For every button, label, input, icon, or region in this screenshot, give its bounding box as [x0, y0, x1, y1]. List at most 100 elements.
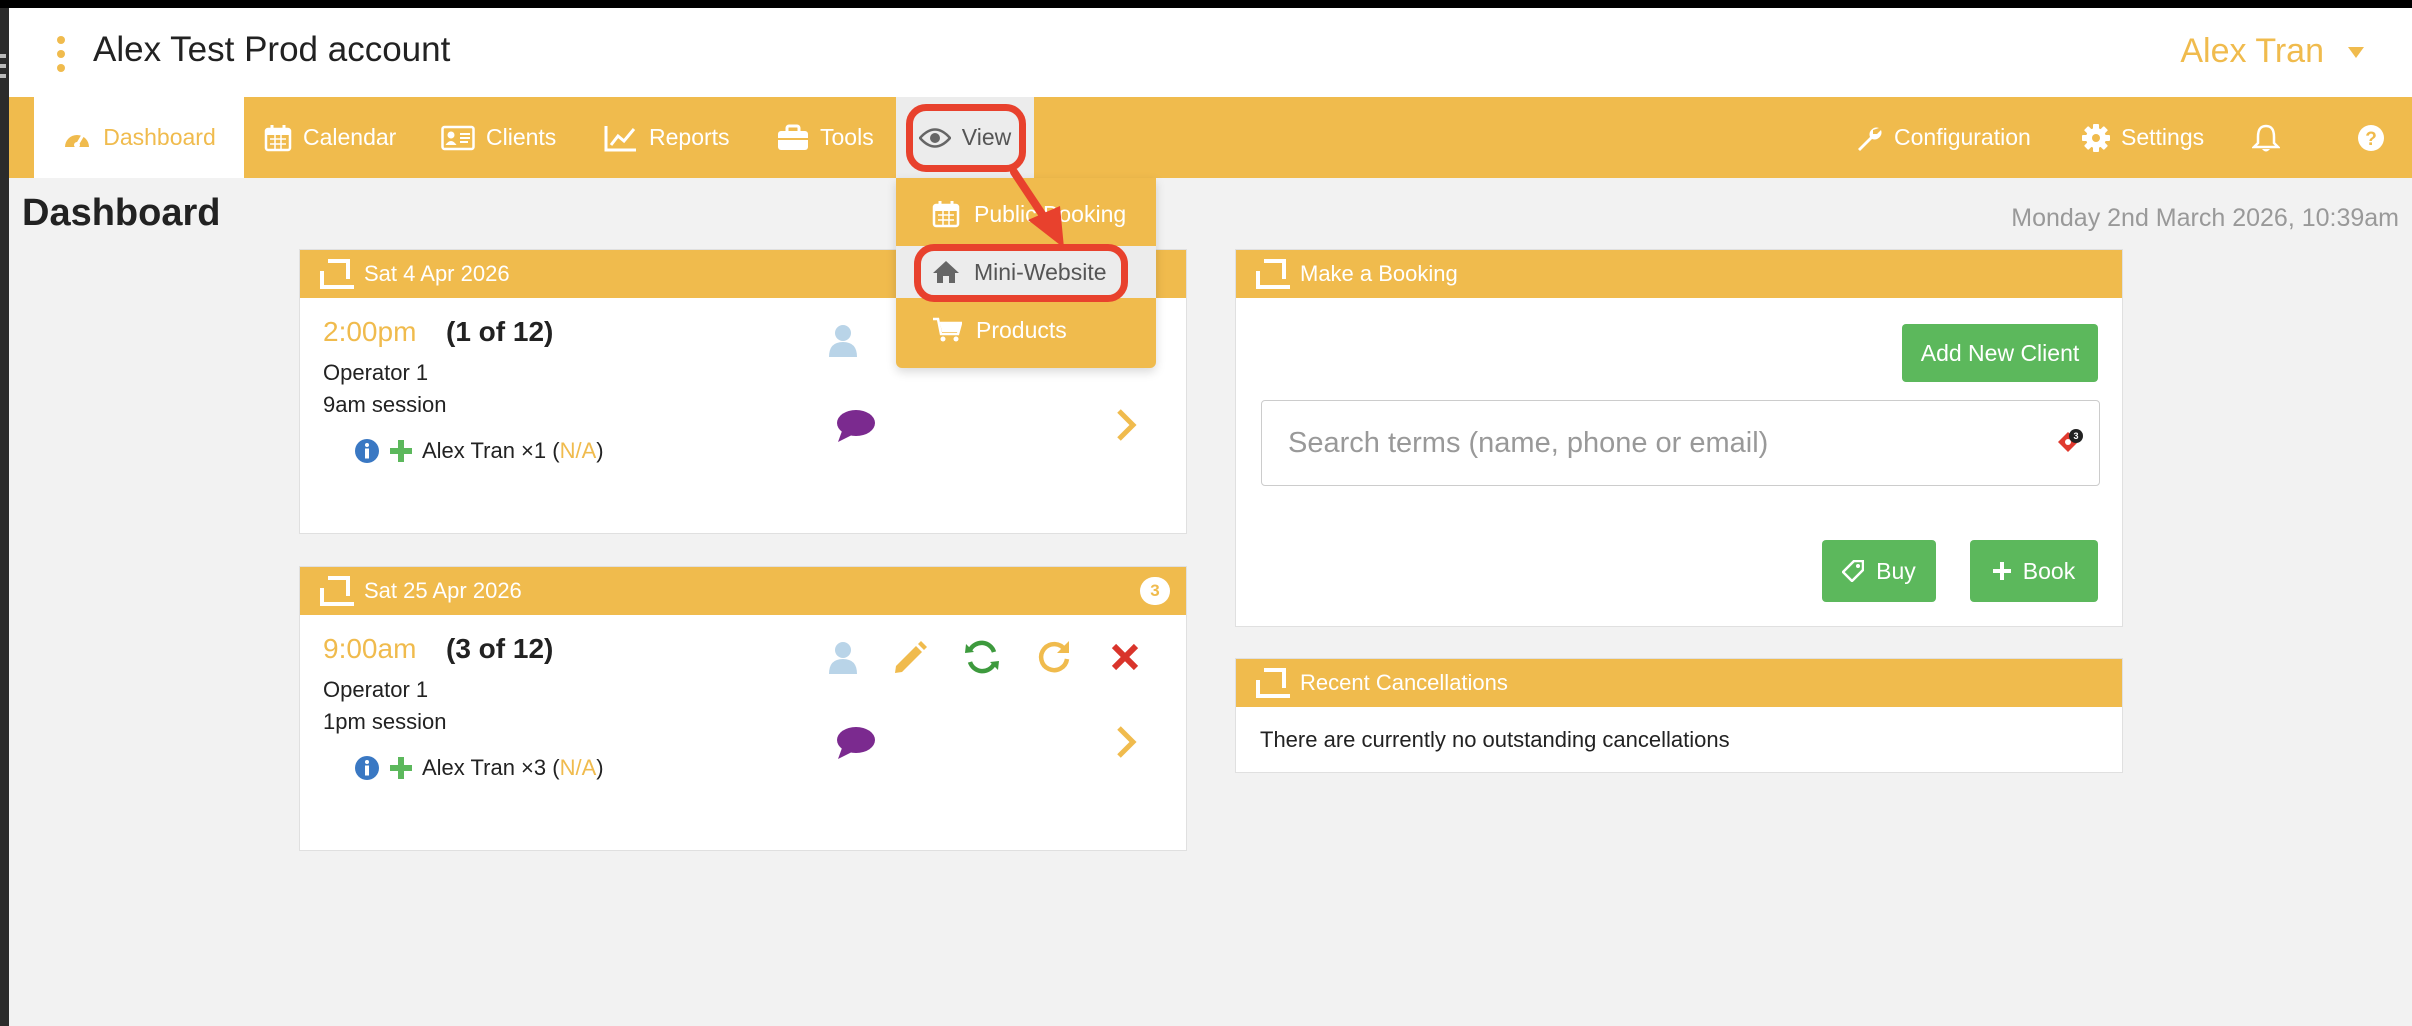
session-name: 1pm session — [323, 709, 447, 734]
attendee-row: Alex Tran ×3 (N/A) — [354, 755, 604, 781]
nav-configuration[interactable]: Configuration — [1855, 97, 2031, 178]
caret-down-icon[interactable] — [2348, 47, 2364, 58]
buy-label: Buy — [1876, 557, 1916, 584]
user-icon[interactable] — [828, 641, 858, 675]
slot-capacity: (1 of 12) — [446, 316, 554, 347]
nav-calendar[interactable]: Calendar — [264, 97, 396, 178]
make-booking-card: Make a Booking Add New Client 3 Buy Book — [1235, 249, 2123, 627]
help-icon: ? — [2358, 124, 2384, 151]
attendee-status[interactable]: N/A — [560, 755, 597, 780]
autofill-badge-count: 3 — [2073, 431, 2078, 441]
nav-settings[interactable]: Settings — [2082, 97, 2204, 178]
corner-arrows-icon — [320, 576, 354, 606]
cancellations-header: Recent Cancellations — [1236, 659, 2122, 707]
chevron-right-icon[interactable] — [1115, 408, 1137, 442]
chevron-right-icon[interactable] — [1115, 725, 1137, 759]
slot-capacity: (3 of 12) — [446, 633, 554, 664]
pencil-icon[interactable] — [892, 640, 928, 676]
wrench-icon — [1858, 127, 1882, 151]
comment-icon[interactable] — [836, 409, 876, 443]
nav-clients-label: Clients — [486, 124, 557, 150]
nav-tools[interactable]: Tools — [777, 97, 874, 178]
recent-cancellations-card: Recent Cancellations There are currently… — [1235, 658, 2123, 773]
app-header: Alex Test Prod account Alex Tran — [9, 8, 2412, 97]
svg-text:?: ? — [2365, 129, 2377, 150]
slot-time[interactable]: 2:00pm — [323, 316, 416, 348]
buy-button[interactable]: Buy — [1822, 540, 1936, 602]
book-button[interactable]: Book — [1970, 540, 2098, 602]
attendee-close-paren: ) — [596, 755, 604, 780]
nav-dashboard[interactable]: Dashboard — [34, 97, 244, 178]
slot-time[interactable]: 9:00am — [323, 633, 416, 665]
account-title: Alex Test Prod account — [93, 30, 451, 69]
cancellations-message: There are currently no outstanding cance… — [1260, 727, 1730, 752]
dashboard-gauge-icon — [65, 133, 90, 148]
add-new-client-button[interactable]: Add New Client — [1902, 324, 2098, 382]
booking-count-badge: 3 — [1140, 577, 1170, 605]
delete-icon[interactable] — [1110, 642, 1140, 672]
booking-date: Sat 4 Apr 2026 — [364, 261, 510, 286]
help-button[interactable]: ? — [2357, 97, 2385, 178]
attendee-name: Alex Tran ×3 ( — [422, 755, 560, 780]
kebab-menu-icon[interactable] — [57, 36, 65, 72]
sync-icon[interactable] — [964, 639, 1000, 675]
edge-tick — [0, 74, 6, 78]
nav-reports-label: Reports — [649, 124, 730, 150]
book-label: Book — [2022, 557, 2076, 584]
nav-reports[interactable]: Reports — [604, 97, 730, 178]
redo-icon[interactable] — [1036, 639, 1072, 675]
notifications-button[interactable] — [2252, 97, 2280, 178]
calendar-icon — [264, 124, 292, 151]
main-navbar: Dashboard Calendar Clients Reports Tools… — [9, 97, 2412, 178]
user-icon[interactable] — [828, 324, 858, 358]
calendar-icon — [932, 201, 960, 228]
window-top-bar — [0, 0, 2412, 8]
nav-calendar-label: Calendar — [303, 124, 397, 150]
bell-icon — [2252, 124, 2280, 151]
attendee-name: Alex Tran ×1 ( — [422, 438, 560, 463]
attendee-row: Alex Tran ×1 (N/A) — [354, 438, 604, 464]
comment-icon[interactable] — [836, 726, 876, 760]
nav-configuration-label: Configuration — [1894, 124, 2031, 150]
window-left-edge — [0, 8, 9, 1026]
cart-icon — [933, 317, 962, 342]
tag-icon — [1842, 560, 1865, 582]
client-search-field: 3 — [1261, 400, 2100, 486]
menu-item-label: Products — [976, 316, 1067, 343]
id-card-icon — [441, 125, 475, 150]
plus-icon — [1992, 562, 2011, 580]
operator-name: Operator 1 — [323, 677, 429, 702]
corner-arrows-icon — [1256, 259, 1290, 289]
plus-icon[interactable] — [389, 439, 413, 463]
menu-item-products[interactable]: Products — [896, 304, 1156, 356]
add-new-client-label: Add New Client — [1920, 339, 2080, 366]
annotation-arrow-icon — [1010, 168, 1064, 248]
gear-icon — [2082, 123, 2110, 152]
make-booking-title: Make a Booking — [1300, 261, 1458, 286]
nav-dashboard-label: Dashboard — [103, 124, 216, 150]
page-title: Dashboard — [22, 192, 221, 234]
cancellations-title: Recent Cancellations — [1300, 670, 1508, 695]
edge-tick — [0, 54, 6, 58]
attendee-close-paren: ) — [596, 438, 604, 463]
operator-name: Operator 1 — [323, 360, 429, 385]
attendee-status[interactable]: N/A — [560, 438, 597, 463]
make-booking-header: Make a Booking — [1236, 250, 2122, 298]
search-input[interactable] — [1263, 402, 2043, 484]
user-menu[interactable]: Alex Tran — [2180, 32, 2324, 71]
info-icon[interactable] — [354, 438, 380, 464]
nav-tools-label: Tools — [820, 124, 874, 150]
corner-arrows-icon — [320, 259, 354, 289]
corner-arrows-icon — [1256, 668, 1290, 698]
info-icon[interactable] — [354, 755, 380, 781]
line-chart-icon — [604, 125, 636, 151]
booking-card-header: Sat 25 Apr 2026 3 — [300, 567, 1186, 615]
autofill-key-icon[interactable]: 3 — [2055, 427, 2085, 457]
booking-date: Sat 25 Apr 2026 — [364, 578, 522, 603]
nav-settings-label: Settings — [2121, 124, 2205, 150]
nav-clients[interactable]: Clients — [441, 97, 556, 178]
session-name: 9am session — [323, 392, 447, 417]
booking-card: Sat 25 Apr 2026 3 9:00am (3 of 12) Opera… — [299, 566, 1187, 851]
plus-icon[interactable] — [389, 756, 413, 780]
current-datetime: Monday 2nd March 2026, 10:39am — [2011, 204, 2399, 232]
